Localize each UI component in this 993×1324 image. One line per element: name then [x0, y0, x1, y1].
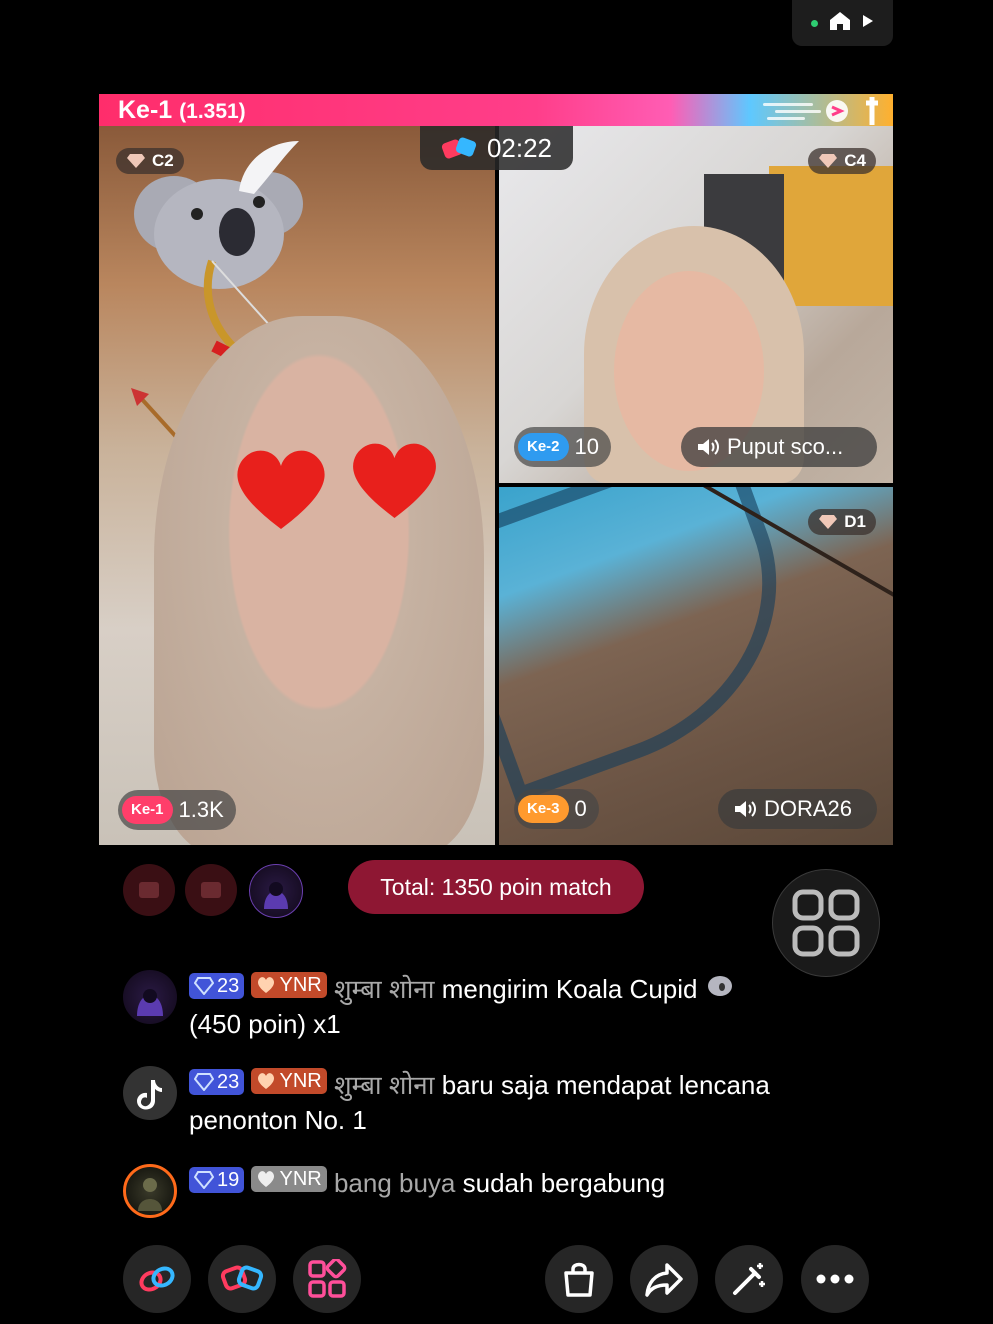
tiktok-icon	[137, 1080, 162, 1110]
more-button[interactable]	[801, 1245, 869, 1313]
link-icon	[139, 1266, 175, 1292]
user-avatar[interactable]	[123, 1066, 177, 1120]
effects-button[interactable]	[715, 1245, 783, 1313]
diamond-icon	[194, 1171, 214, 1189]
total-points-pill: Total: 1350 poin match	[348, 860, 644, 914]
match-timer: 02:22	[420, 126, 573, 170]
chat-message[interactable]: 23 YNR शुम्बा शोना baru saja mendapat le…	[123, 1066, 853, 1146]
fan-club-badge: YNR	[251, 1068, 327, 1094]
fan-heart-icon	[258, 1073, 275, 1089]
status-dot	[811, 19, 818, 27]
soldier-avatar-icon	[138, 1178, 162, 1211]
link-button[interactable]	[123, 1245, 191, 1313]
leader-title: Ke-1 (1.351)	[118, 96, 246, 124]
fan-heart-icon	[258, 977, 275, 993]
chat-message-text: baru saja mendapat lencana	[441, 1070, 770, 1100]
chat-message-text: mengirim Koala Cupid	[441, 974, 698, 1004]
layout-grid-button[interactable]	[772, 869, 880, 977]
gift-tier-badge: C4	[808, 148, 876, 174]
header-decoration	[763, 97, 883, 125]
match-header: Ke-1 (1.351)	[99, 94, 893, 126]
share-icon	[645, 1263, 683, 1297]
chat-text: 19 YNR bang buya sudah bergabung	[189, 1166, 849, 1201]
guest-name-pill[interactable]: DORA26	[718, 789, 877, 829]
score: 10	[574, 434, 599, 459]
play-icon	[862, 14, 874, 33]
hooded-avatar-icon	[137, 989, 163, 1016]
rank-tag: Ke-3	[518, 795, 569, 823]
speaker-icon	[698, 439, 719, 455]
fan-heart-icon	[258, 1171, 275, 1187]
top-gifter-slot[interactable]	[123, 864, 175, 916]
fan-club-badge: YNR	[251, 972, 327, 998]
shopping-bag-icon	[564, 1262, 594, 1297]
rank-tag: Ke-1	[122, 796, 173, 824]
seat-icon	[201, 882, 221, 898]
diamond-icon	[819, 515, 838, 529]
apps-icon	[308, 1259, 347, 1298]
hooded-avatar-icon	[264, 882, 288, 909]
apps-button[interactable]	[293, 1245, 361, 1313]
seat-icon	[139, 882, 159, 898]
more-icon	[816, 1274, 854, 1284]
user-level-badge: 23	[189, 1069, 245, 1095]
match-icon	[441, 137, 477, 159]
fan-club-badge: YNR	[251, 1166, 327, 1192]
chat-message[interactable]: 23 YNR शुम्बा शोना mengirim Koala Cupid …	[123, 970, 853, 1050]
match-button[interactable]	[208, 1245, 276, 1313]
user-level-badge: 19	[189, 1167, 245, 1193]
chat-username[interactable]: bang buya	[334, 1168, 455, 1198]
match-icon	[220, 1265, 264, 1291]
top-gifter-slot[interactable]	[185, 864, 237, 916]
speaker-icon	[735, 801, 756, 817]
rank-score-pill: Ke-3 0	[514, 789, 599, 829]
speed-lines-icon	[763, 100, 848, 122]
score: 0	[574, 796, 587, 821]
koala-gift-icon	[707, 976, 732, 996]
rank-tag: Ke-2	[518, 433, 569, 461]
video-pane-guest-3[interactable]: D1 Ke-3 0 DORA26	[499, 487, 893, 845]
diamond-icon	[194, 977, 214, 995]
shop-button[interactable]	[545, 1245, 613, 1313]
user-avatar[interactable]	[123, 1164, 177, 1218]
chat-username[interactable]: शुम्बा शोना	[334, 1070, 435, 1100]
diamond-icon	[819, 154, 838, 168]
video-pane-host[interactable]: C2 Ke-1 1.3K	[99, 126, 495, 845]
top-gifter-avatar[interactable]	[249, 864, 303, 918]
grid-icon	[792, 889, 860, 957]
diamond-icon	[194, 1073, 214, 1091]
rank-score-pill: Ke-1 1.3K	[118, 790, 236, 830]
system-pill[interactable]	[792, 0, 893, 46]
share-button[interactable]	[630, 1245, 698, 1313]
rank-score-pill: Ke-2 10	[514, 427, 611, 467]
heart-eye-icon	[237, 450, 325, 529]
hijab	[154, 316, 484, 845]
chat-message-text: penonton No. 1	[189, 1105, 367, 1135]
heart-eye-icon	[353, 443, 436, 518]
chat-text: 23 YNR शुम्बा शोना mengirim Koala Cupid …	[189, 972, 849, 1042]
basket-object	[499, 487, 825, 803]
user-level-badge: 23	[189, 973, 245, 999]
chat-message-text: sudah bergabung	[462, 1168, 666, 1198]
guest-name-pill[interactable]: Puput sco...	[681, 427, 877, 467]
user-avatar[interactable]	[123, 970, 177, 1024]
magic-wand-icon	[733, 1263, 765, 1295]
video-pane-guest-2[interactable]: C4 Ke-2 10 Puput sco...	[499, 126, 893, 483]
chat-message-text: (450 poin) x1	[189, 1009, 341, 1039]
score: 1.3K	[178, 797, 224, 822]
hanging-cloth	[769, 166, 893, 306]
bolt-icon	[866, 97, 878, 125]
chat-username[interactable]: शुम्बा शोना	[334, 974, 435, 1004]
wing-icon	[239, 141, 299, 194]
chat-text: 23 YNR शुम्बा शोना baru saja mendapat le…	[189, 1068, 849, 1138]
gift-tier-badge: D1	[808, 509, 876, 535]
chat-message[interactable]: 19 YNR bang buya sudah bergabung	[123, 1164, 853, 1218]
home-icon	[828, 10, 852, 37]
